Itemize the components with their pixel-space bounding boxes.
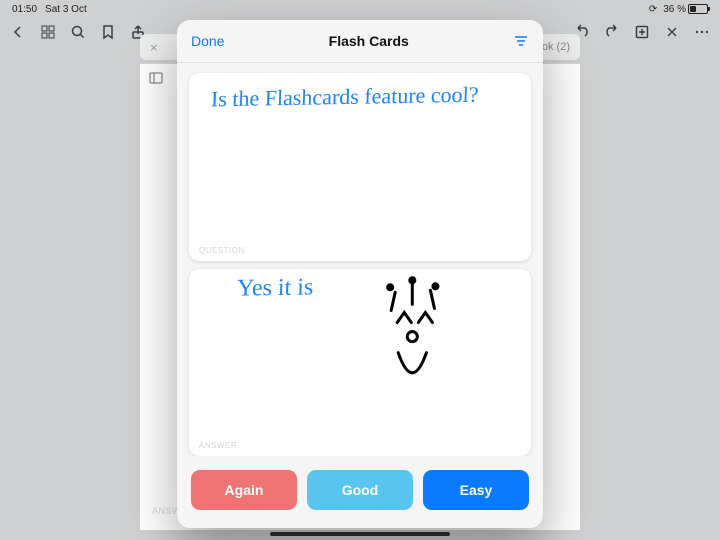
status-time: 01:50 bbox=[12, 4, 37, 15]
close-icon[interactable] bbox=[664, 24, 680, 40]
question-handwriting: Is the Flashcards feature cool? bbox=[210, 77, 479, 117]
filter-icon[interactable] bbox=[513, 33, 529, 49]
more-icon[interactable] bbox=[694, 24, 710, 40]
answer-label: ANSWER bbox=[199, 441, 237, 450]
question-label: QUESTION bbox=[199, 246, 245, 255]
status-bar: 01:50 Sat 3 Oct ⟳ 36 % bbox=[0, 0, 720, 18]
sync-icon: ⟳ bbox=[649, 4, 657, 15]
doodle-face-icon bbox=[189, 269, 531, 457]
back-icon[interactable] bbox=[10, 24, 26, 40]
add-icon[interactable] bbox=[634, 24, 650, 40]
status-date: Sat 3 Oct bbox=[45, 4, 87, 15]
search-icon[interactable] bbox=[70, 24, 86, 40]
grid-icon[interactable] bbox=[40, 24, 56, 40]
easy-button[interactable]: Easy bbox=[423, 470, 529, 510]
bookmark-icon[interactable] bbox=[100, 24, 116, 40]
modal-title: Flash Cards bbox=[329, 33, 409, 49]
battery-icon bbox=[688, 4, 708, 14]
sidebar-icon[interactable] bbox=[148, 70, 164, 86]
rating-actions: Again Good Easy bbox=[177, 456, 543, 528]
close-tab-icon[interactable]: × bbox=[150, 40, 158, 55]
question-card[interactable]: Is the Flashcards feature cool? QUESTION bbox=[189, 73, 531, 261]
answer-card[interactable]: Yes it is ANSWER bbox=[189, 269, 531, 457]
home-indicator[interactable] bbox=[270, 532, 450, 536]
again-button[interactable]: Again bbox=[191, 470, 297, 510]
flashcards-modal: Done Flash Cards Is the Flashcards featu… bbox=[177, 20, 543, 528]
done-button[interactable]: Done bbox=[191, 33, 224, 49]
good-button[interactable]: Good bbox=[307, 470, 413, 510]
redo-icon[interactable] bbox=[604, 24, 620, 40]
battery-text: 36 % bbox=[663, 4, 686, 15]
